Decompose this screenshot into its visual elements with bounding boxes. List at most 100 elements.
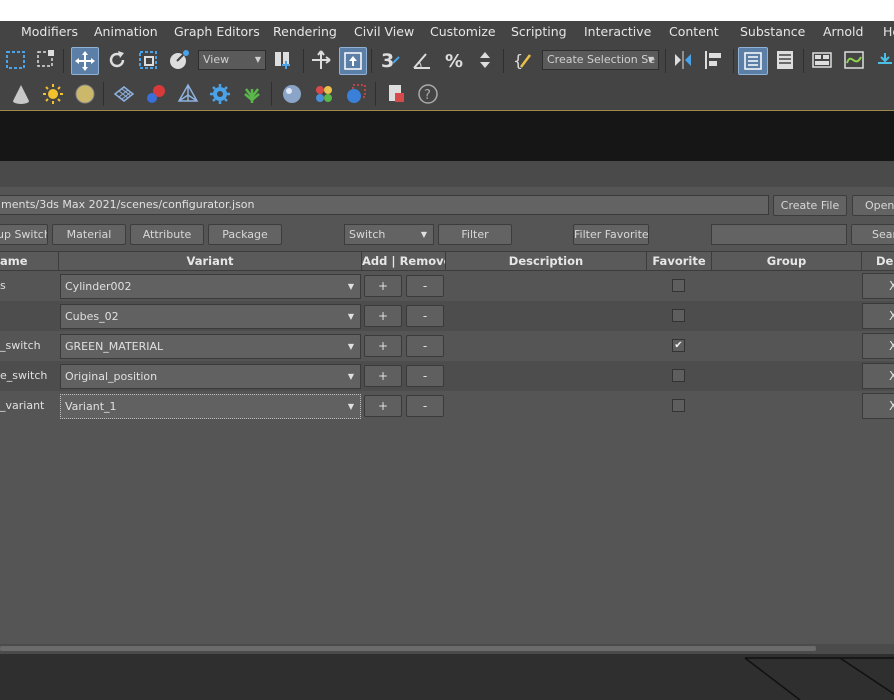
render-frame-icon[interactable]	[383, 81, 409, 107]
move-icon[interactable]	[71, 47, 99, 75]
curve-editor-icon[interactable]	[841, 47, 867, 73]
create-file-button[interactable]: Create File	[773, 195, 847, 216]
add-variant-button[interactable]: +	[364, 305, 402, 327]
filter-favorite-button[interactable]: Filter Favorite	[573, 224, 649, 245]
open-button[interactable]: Open	[852, 195, 894, 216]
remove-variant-button[interactable]: -	[406, 335, 444, 357]
add-variant-button[interactable]: +	[364, 335, 402, 357]
remove-variant-button[interactable]: -	[406, 305, 444, 327]
row-name	[0, 301, 58, 331]
variant-dropdown[interactable]: Original_position ▼	[60, 364, 361, 389]
menu-content[interactable]: Content	[669, 24, 719, 39]
menu-arnold[interactable]: Arnold	[823, 24, 863, 39]
column-header-description[interactable]: Description	[446, 252, 647, 270]
angle-snap-icon[interactable]	[409, 47, 435, 73]
file-path-field[interactable]: ments/3ds Max 2021/scenes/configurator.j…	[0, 195, 769, 215]
cone-icon[interactable]	[8, 81, 34, 107]
menu-animation[interactable]: Animation	[94, 24, 158, 39]
scene-explorer-icon[interactable]	[738, 47, 768, 75]
variant-dropdown[interactable]: Cylinder002 ▼	[60, 274, 361, 299]
help-icon[interactable]: ?	[415, 81, 441, 107]
spinner-snap-icon[interactable]	[472, 47, 498, 73]
align-icon[interactable]	[701, 47, 727, 73]
material-sphere-icon[interactable]	[279, 81, 305, 107]
favorite-checkbox[interactable]	[672, 309, 685, 322]
ribbon-icon[interactable]	[809, 47, 835, 73]
layer-explorer-icon[interactable]	[772, 47, 798, 73]
window-crossing-icon[interactable]	[33, 47, 59, 73]
pivot-icon[interactable]	[270, 47, 296, 73]
percent-snap-icon[interactable]: %	[441, 47, 467, 73]
menu-interactive[interactable]: Interactive	[584, 24, 651, 39]
select-manipulate-icon[interactable]	[308, 47, 334, 73]
sun-icon[interactable]	[40, 81, 66, 107]
gear-icon[interactable]	[207, 81, 233, 107]
favorite-checkbox[interactable]: ✔	[672, 339, 685, 352]
menu-graph-editors[interactable]: Graph Editors	[174, 24, 260, 39]
menu-modifiers[interactable]: Modifiers	[21, 24, 78, 39]
filter-button[interactable]: Filter	[438, 224, 512, 245]
sphere-light-icon[interactable]	[72, 81, 98, 107]
add-variant-button[interactable]: +	[364, 365, 402, 387]
search-input[interactable]	[711, 224, 847, 245]
menu-customize[interactable]: Customize	[430, 24, 496, 39]
search-button[interactable]: Sear	[851, 224, 894, 245]
favorite-checkbox[interactable]	[672, 279, 685, 292]
column-header-delete[interactable]: Del	[862, 252, 894, 270]
rotate-icon[interactable]	[104, 47, 130, 73]
variant-value: Cubes_02	[65, 310, 119, 323]
attribute-button[interactable]: Attribute	[130, 224, 204, 245]
variant-dropdown[interactable]: Variant_1 ▼	[60, 394, 361, 419]
group-switch-button[interactable]: up Switch	[0, 224, 48, 245]
column-header-name[interactable]: ame	[0, 252, 59, 270]
add-variant-button[interactable]: +	[364, 275, 402, 297]
delete-row-button[interactable]: X	[862, 363, 894, 389]
column-header-group[interactable]: Group	[712, 252, 862, 270]
delete-row-button[interactable]: X	[862, 273, 894, 299]
scrollbar-thumb[interactable]	[0, 646, 816, 651]
named-selection-icon[interactable]: {	[510, 47, 536, 73]
grid-icon[interactable]	[111, 81, 137, 107]
menu-substance[interactable]: Substance	[740, 24, 805, 39]
variant-value: GREEN_MATERIAL	[65, 340, 164, 353]
table-row: _variant Variant_1 ▼ + - X	[0, 391, 894, 421]
keyboard-shortcut-override-icon[interactable]	[339, 47, 367, 75]
delete-row-button[interactable]: X	[862, 303, 894, 329]
column-header-variant[interactable]: Variant	[59, 252, 362, 270]
placement-icon[interactable]	[166, 47, 192, 73]
select-region-icon[interactable]	[3, 47, 29, 73]
mirror-icon[interactable]	[670, 47, 696, 73]
material-editor-icon[interactable]	[311, 81, 337, 107]
favorite-checkbox[interactable]	[672, 369, 685, 382]
pyramid-icon[interactable]	[175, 81, 201, 107]
molecule-icon[interactable]	[143, 81, 169, 107]
delete-row-button[interactable]: X	[862, 333, 894, 359]
column-header-add-remove[interactable]: Add | Remove	[362, 252, 446, 270]
add-variant-button[interactable]: +	[364, 395, 402, 417]
menu-civil-view[interactable]: Civil View	[354, 24, 414, 39]
remove-variant-button[interactable]: -	[406, 395, 444, 417]
plant-icon[interactable]	[239, 81, 265, 107]
menu-help[interactable]: He	[883, 24, 894, 39]
column-header-favorite[interactable]: Favorite	[647, 252, 712, 270]
remove-variant-button[interactable]: -	[406, 275, 444, 297]
delete-row-button[interactable]: X	[862, 393, 894, 419]
material-button[interactable]: Material	[52, 224, 126, 245]
variant-dropdown[interactable]: Cubes_02 ▼	[60, 304, 361, 329]
menu-rendering[interactable]: Rendering	[273, 24, 337, 39]
package-button[interactable]: Package	[208, 224, 282, 245]
schematic-icon[interactable]	[872, 47, 894, 73]
reference-coordinate-dropdown[interactable]: View ▼	[198, 50, 266, 70]
secondary-toolbar: ?	[0, 78, 894, 111]
selection-set-dropdown[interactable]: Create Selection Se ▼	[542, 50, 659, 70]
remove-variant-button[interactable]: -	[406, 365, 444, 387]
favorite-checkbox[interactable]	[672, 399, 685, 412]
type-filter-dropdown[interactable]: Switch ▼	[344, 224, 434, 245]
scale-icon[interactable]	[135, 47, 161, 73]
variant-dropdown[interactable]: GREEN_MATERIAL ▼	[60, 334, 361, 359]
top-strip	[0, 0, 894, 21]
render-setup-icon[interactable]	[343, 81, 369, 107]
snap-icon[interactable]: 3	[377, 47, 403, 73]
menu-scripting[interactable]: Scripting	[511, 24, 567, 39]
table-row: s Cylinder002 ▼ + - X	[0, 271, 894, 301]
